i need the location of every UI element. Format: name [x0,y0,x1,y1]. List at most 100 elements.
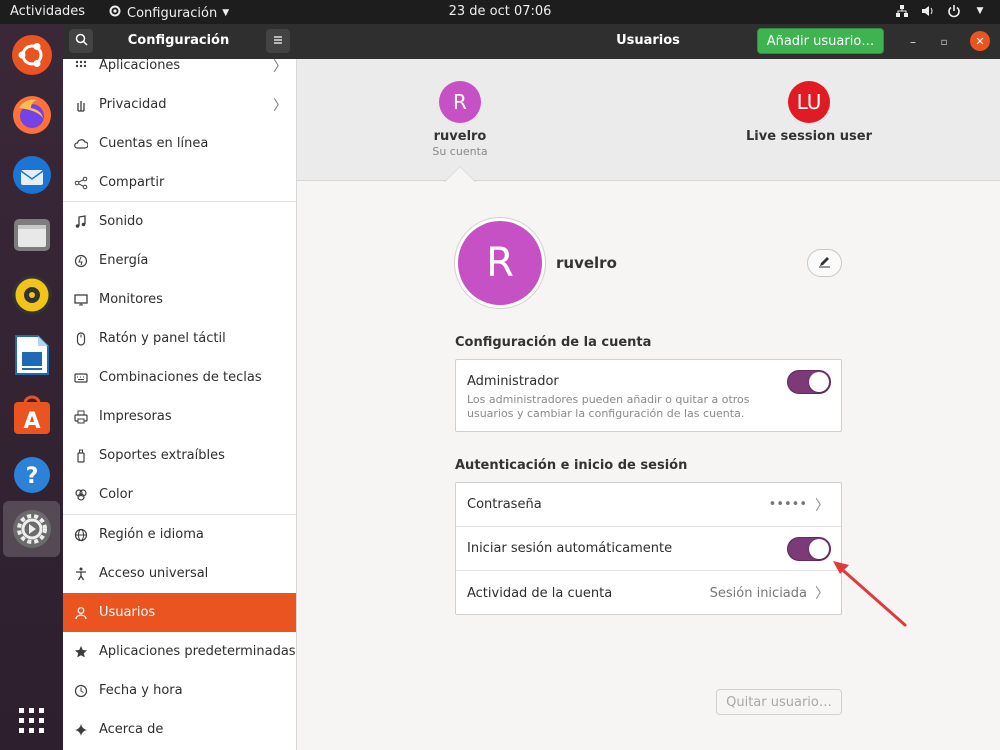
power-icon [63,254,99,268]
gear-icon [108,4,122,22]
sidebar-item-acceso-universal[interactable]: Acceso universal [63,554,296,593]
search-button[interactable] [69,29,93,53]
ubuntu-logo-icon[interactable] [9,32,54,77]
chevron-right-icon: 〉 [273,97,287,114]
admin-description: Los administradores pueden añadir o quit… [467,393,750,420]
firefox-icon[interactable] [9,92,54,137]
carousel-user-name: Live session user [746,129,872,144]
edit-name-button[interactable] [807,249,842,277]
page-title: Usuarios [616,33,680,48]
sidebar-item-label: Región e idioma [99,527,204,542]
sidebar-item-label: Cuentas en línea [99,136,209,151]
sparkle-icon [63,723,99,737]
sidebar-item-aplicaciones[interactable]: Aplicaciones 〉 [63,59,296,85]
caret-down-icon: ▼ [222,8,230,18]
sidebar-item-region[interactable]: Región e idioma [63,515,296,554]
chevron-right-icon: 〉 [273,59,287,75]
carousel-user-subtitle: Su cuenta [432,145,488,158]
sidebar-item-label: Privacidad [99,97,167,112]
selection-caret [445,167,475,182]
sidebar-item-impresoras[interactable]: Impresoras [63,397,296,436]
sidebar-item-sonido[interactable]: Sonido [63,202,296,241]
sidebar-item-compartir[interactable]: Compartir [63,163,296,202]
globe-icon [63,528,99,542]
auth-frame: Contraseña ••••• 〉 Iniciar sesión automá… [455,482,842,615]
star-icon [63,645,99,659]
keyboard-icon [63,371,99,385]
accessibility-icon [63,567,99,581]
carousel-user-ruvelro[interactable]: R ruvelro Su cuenta [415,81,505,158]
mouse-icon [63,331,99,346]
admin-toggle[interactable] [787,370,831,394]
sidebar-item-fecha-hora[interactable]: Fecha y hora [63,671,296,710]
sidebar-item-label: Combinaciones de teclas [99,370,262,385]
sidebar-item-cuentas-en-linea[interactable]: Cuentas en línea [63,124,296,163]
minimize-button[interactable]: – [904,33,922,51]
menu-button[interactable] [266,29,290,53]
cloud-icon [63,137,99,151]
profile-name[interactable]: ruvelro [556,254,617,272]
sidebar: Aplicaciones 〉 Privacidad 〉 Cuentas en l… [63,59,297,750]
help-icon[interactable]: ? [9,452,54,497]
sidebar-item-raton[interactable]: Ratón y panel táctil [63,319,296,358]
menu-arrow-icon[interactable]: ▼ [972,3,988,19]
profile-avatar-button[interactable]: R [454,217,546,309]
password-label: Contraseña [467,497,542,512]
system-tray[interactable]: ▼ [894,3,988,19]
files-icon[interactable] [9,212,54,257]
clock[interactable]: 23 de oct 07:06 [449,4,552,19]
network-icon[interactable] [894,3,910,19]
rhythmbox-icon[interactable] [9,272,54,317]
sidebar-item-label: Sonido [99,214,144,229]
sidebar-item-color[interactable]: Color [63,475,296,514]
sidebar-item-label: Acceso universal [99,566,209,581]
sidebar-item-soportes[interactable]: Soportes extraíbles [63,436,296,475]
activity-value: Sesión iniciada [709,585,807,601]
app-menu[interactable]: Configuración ▼ [108,4,229,22]
writer-icon[interactable] [9,332,54,377]
app-menu-label: Configuración [127,5,218,21]
sidebar-item-combinaciones[interactable]: Combinaciones de teclas [63,358,296,397]
dock: A ? [0,24,63,750]
power-icon[interactable] [946,3,962,19]
sidebar-item-usuarios[interactable]: Usuarios [63,593,296,632]
account-settings-title: Configuración de la cuenta [455,335,652,350]
sidebar-item-privacidad[interactable]: Privacidad 〉 [63,85,296,124]
sidebar-item-label: Color [99,487,133,502]
main-panel: R ruvelro Su cuenta LU Live session user… [297,59,1000,750]
account-activity-row[interactable]: Actividad de la cuenta Sesión iniciada 〉 [456,571,841,615]
avatar: LU [788,81,830,123]
sidebar-item-label: Soportes extraíbles [99,448,225,463]
sidebar-item-label: Aplicaciones [99,59,181,73]
sidebar-item-acerca-de[interactable]: Acerca de [63,710,296,749]
sidebar-item-energia[interactable]: Energía [63,241,296,280]
carousel-user-live-session[interactable]: LU Live session user [739,81,879,144]
close-button[interactable]: ✕ [970,31,990,51]
admin-label: Administrador [467,374,559,389]
sidebar-item-aplicaciones-predeterminadas[interactable]: Aplicaciones predeterminadas [63,632,296,671]
maximize-button[interactable]: ▫ [935,33,953,51]
settings-icon[interactable] [3,501,60,557]
grid-icon [63,59,99,73]
color-icon [63,488,99,502]
password-row[interactable]: Contraseña ••••• 〉 [456,483,841,527]
share-icon [63,176,99,190]
activities-button[interactable]: Actividades [10,4,85,19]
volume-icon[interactable] [920,3,936,19]
hand-icon [63,98,99,112]
add-user-button[interactable]: Añadir usuario… [757,28,884,54]
sidebar-item-monitores[interactable]: Monitores [63,280,296,319]
svg-text:A: A [23,409,40,434]
software-icon[interactable]: A [9,392,54,437]
top-bar: Actividades Configuración ▼ 23 de oct 07… [0,0,1000,24]
sidebar-item-label: Usuarios [99,605,156,620]
minimize-icon: – [910,35,916,49]
remove-user-button[interactable]: Quitar usuario… [716,689,842,715]
activity-label: Actividad de la cuenta [467,585,613,601]
app-grid-icon[interactable] [9,698,54,743]
account-settings-frame: Administrador Los administradores pueden… [455,359,842,432]
autologin-label: Iniciar sesión automáticamente [467,541,673,556]
sidebar-item-label: Ratón y panel táctil [99,331,226,346]
thunderbird-icon[interactable] [9,152,54,197]
svg-text:?: ? [25,464,38,489]
